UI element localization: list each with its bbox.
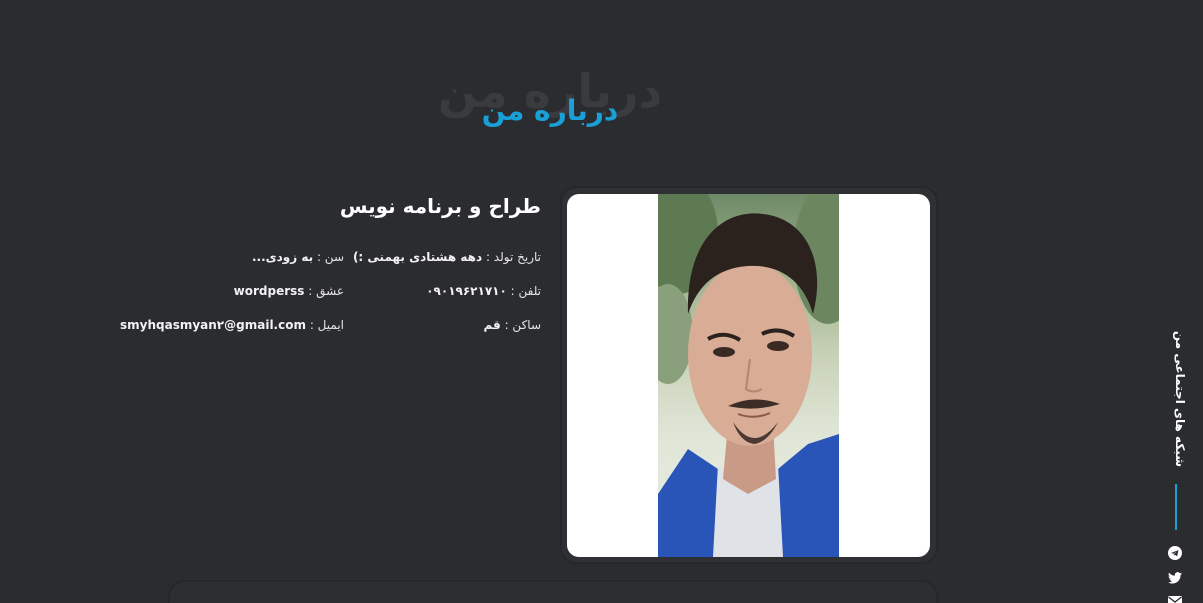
email-icon[interactable] <box>1168 592 1184 603</box>
twitter-icon-glyph <box>1168 572 1182 584</box>
profile-photo <box>658 194 839 557</box>
profile-photo-card <box>562 188 936 562</box>
social-rail-label: شبکه های اجتماعی من <box>1173 330 1187 467</box>
info-phone: تلفن : ۰۹۰۱۹۶۲۱۷۱۰ <box>426 284 541 298</box>
email-label: ایمیل : <box>309 318 344 332</box>
email-value: smyhqasmyan۲@gmail.com <box>120 318 306 332</box>
phone-label: تلفن : <box>510 284 541 298</box>
birth-value: دهه هشتادی بهمنی :) <box>352 250 483 264</box>
info-birth: تاریخ تولد : دهه هشتادی بهمنی :) <box>353 250 541 264</box>
love-label: عشق : <box>308 284 344 298</box>
love-value: wordperss <box>233 284 305 298</box>
info-city: ساکن : قم <box>483 318 541 332</box>
section-title: درباره من درباره من <box>400 60 700 150</box>
age-label: سن : <box>316 250 344 264</box>
phone-value: ۰۹۰۱۹۶۲۱۷۱۰ <box>426 284 507 298</box>
age-value: به زودی... <box>251 250 314 264</box>
next-section-card <box>170 582 936 603</box>
city-label: ساکن : <box>504 318 541 332</box>
info-email: ایمیل : smyhqasmyan۲@gmail.com <box>120 318 344 332</box>
telegram-icon[interactable] <box>1168 545 1184 560</box>
twitter-icon[interactable] <box>1168 569 1184 584</box>
section-title-text: درباره من <box>481 94 619 127</box>
info-love: عشق : wordperss <box>234 284 344 298</box>
info-age: سن : به زودی... <box>252 250 344 264</box>
email-icon-glyph <box>1168 596 1182 603</box>
social-rail-divider <box>1175 484 1177 530</box>
profile-photo-illustration <box>658 194 839 557</box>
telegram-icon-glyph <box>1168 546 1182 560</box>
city-value: قم <box>483 318 501 332</box>
profile-photo-frame <box>567 194 930 557</box>
birth-label: تاریخ تولد : <box>485 250 541 264</box>
about-heading: طراح و برنامه نویس <box>339 194 541 218</box>
